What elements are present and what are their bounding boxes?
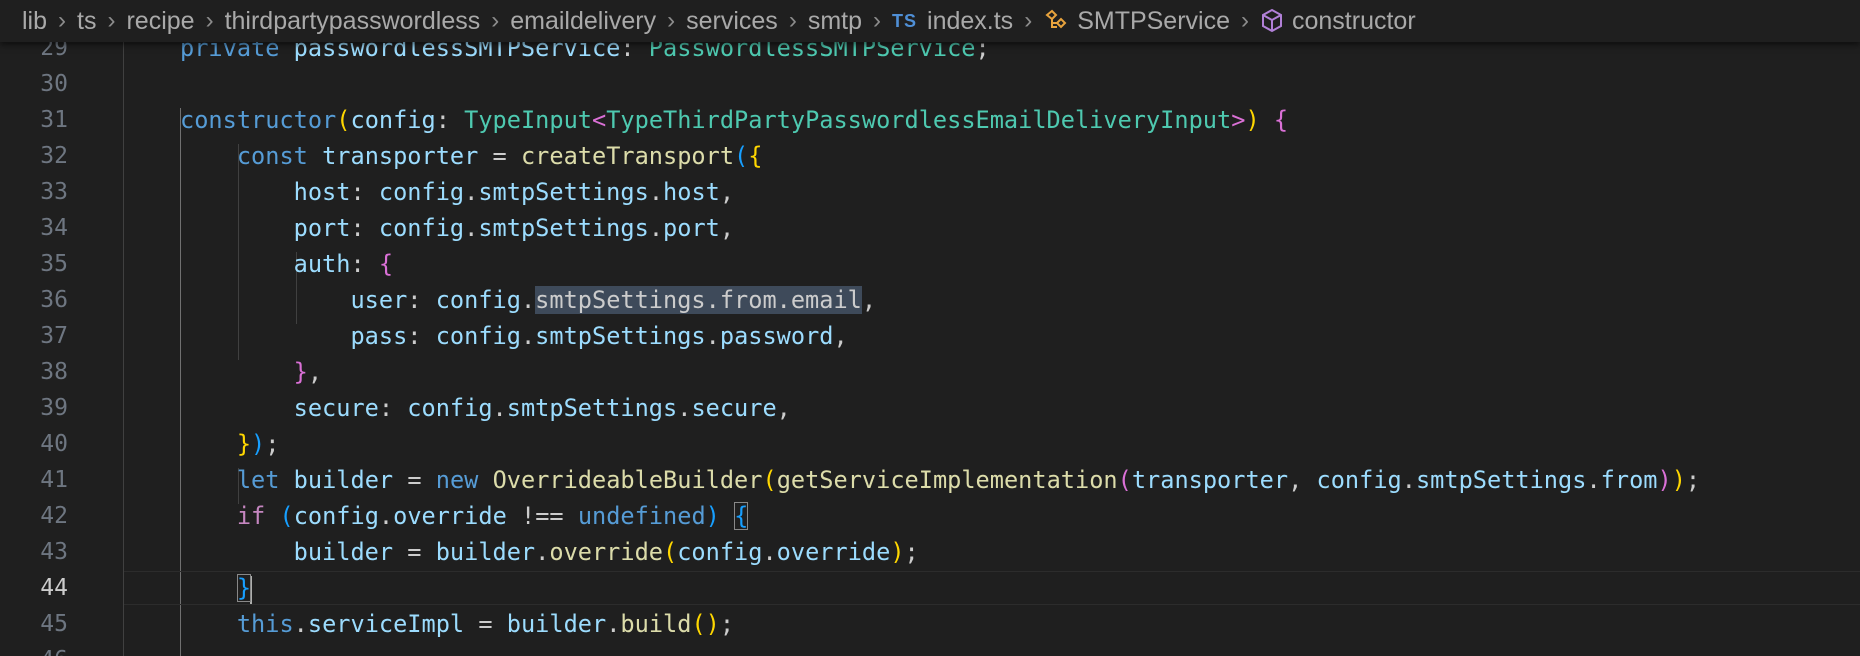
breadcrumb-item-thirdpartypasswordless[interactable]: thirdpartypasswordless: [225, 7, 481, 36]
breadcrumb-item-emaildelivery[interactable]: emaildelivery: [510, 7, 656, 36]
code-line: 46: [0, 642, 1860, 656]
code-line: 33 host: config.smtpSettings.host,: [0, 174, 1860, 210]
code-line-current: 44 }: [0, 570, 1860, 606]
code-text: },: [293, 358, 323, 386]
line-number: 30: [40, 71, 68, 97]
breadcrumb-item-method[interactable]: constructor: [1260, 7, 1416, 36]
breadcrumb-class-label: SMTPService: [1077, 6, 1230, 35]
code-text: builder = builder.override(config.overri…: [293, 538, 919, 566]
line-number: 46: [0, 642, 68, 656]
code-line: 40 });: [0, 426, 1860, 462]
chevron-right-icon: ›: [1241, 7, 1249, 34]
class-symbol-icon: [1043, 9, 1069, 33]
line-number: 44: [40, 575, 68, 601]
line-number: 43: [40, 539, 68, 565]
code-text: pass: config.smtpSettings.password,: [350, 322, 848, 350]
line-number: 42: [40, 503, 68, 529]
code-line: 39 secure: config.smtpSettings.secure,: [0, 390, 1860, 426]
chevron-right-icon: ›: [107, 7, 116, 34]
line-number: 37: [40, 323, 68, 349]
breadcrumb-item-lib[interactable]: lib: [22, 7, 47, 36]
code-text: port: config.smtpSettings.port,: [293, 214, 735, 242]
code-line: 41 let builder = new OverrideableBuilder…: [0, 462, 1860, 498]
line-number: 38: [40, 359, 68, 385]
typescript-file-icon: TS: [892, 10, 918, 31]
breadcrumb-item-recipe[interactable]: recipe: [126, 7, 194, 36]
breadcrumb-item-smtp[interactable]: smtp: [808, 7, 862, 36]
line-number: 35: [40, 251, 68, 277]
code-text: secure: config.smtpSettings.secure,: [293, 394, 791, 422]
code-text: auth: {: [293, 250, 394, 278]
method-symbol-icon: [1260, 8, 1284, 34]
code-line: 37 pass: config.smtpSettings.password,: [0, 318, 1860, 354]
code-text: });: [236, 430, 280, 458]
text-selection: smtpSettings.from.email: [535, 286, 862, 314]
chevron-right-icon: ›: [667, 7, 676, 34]
code-text: user: config.smtpSettings.from.email,: [350, 286, 877, 314]
code-line: 34 port: config.smtpSettings.port,: [0, 210, 1860, 246]
code-text: constructor(config: TypeInput<TypeThirdP…: [180, 106, 1289, 134]
chevron-right-icon: ›: [491, 7, 500, 34]
code-text: let builder = new OverrideableBuilder(ge…: [236, 466, 1701, 494]
line-number: 32: [40, 143, 68, 169]
line-number: 36: [40, 287, 68, 313]
code-text: }: [236, 574, 253, 604]
line-number: 41: [40, 467, 68, 493]
chevron-right-icon: ›: [788, 7, 797, 34]
code-text: if (config.override !== undefined) {: [236, 502, 749, 530]
code-line: 42 if (config.override !== undefined) {: [0, 498, 1860, 534]
code-editor[interactable]: 29 private passwordlessSMTPService: Pass…: [0, 36, 1860, 656]
code-line: 45 this.serviceImpl = builder.build();: [0, 606, 1860, 642]
code-line: 30: [0, 66, 1860, 102]
text-cursor: [250, 575, 253, 604]
code-line: 36 user: config.smtpSettings.from.email,: [0, 282, 1860, 318]
chevron-right-icon: ›: [58, 7, 67, 34]
line-number: 31: [40, 107, 68, 133]
line-number: 34: [40, 215, 68, 241]
chevron-right-icon: ›: [205, 7, 214, 34]
code-text: const transporter = createTransport({: [236, 142, 763, 170]
line-number: 39: [40, 395, 68, 421]
code-text: host: config.smtpSettings.host,: [293, 178, 735, 206]
code-line: 38 },: [0, 354, 1860, 390]
breadcrumb-item-ts[interactable]: ts: [77, 7, 96, 36]
breadcrumb-item-file[interactable]: TS index.ts: [892, 7, 1013, 36]
code-text: this.serviceImpl = builder.build();: [236, 610, 735, 638]
line-number: 33: [40, 179, 68, 205]
code-line: 32 const transporter = createTransport({: [0, 138, 1860, 174]
breadcrumb-item-class[interactable]: SMTPService: [1043, 7, 1230, 36]
line-number: 40: [40, 431, 68, 457]
chevron-right-icon: ›: [873, 7, 881, 34]
line-number: 45: [40, 611, 68, 637]
breadcrumb: lib › ts › recipe › thirdpartypasswordle…: [0, 0, 1860, 42]
code-line: 31 constructor(config: TypeInput<TypeThi…: [0, 102, 1860, 138]
code-line: 43 builder = builder.override(config.ove…: [0, 534, 1860, 570]
chevron-right-icon: ›: [1024, 7, 1033, 34]
code-line: 35 auth: {: [0, 246, 1860, 282]
breadcrumb-method-label: constructor: [1292, 6, 1416, 35]
breadcrumb-item-services[interactable]: services: [686, 7, 778, 36]
current-line-highlight: [124, 571, 1860, 605]
breadcrumb-file-label: index.ts: [927, 6, 1014, 35]
